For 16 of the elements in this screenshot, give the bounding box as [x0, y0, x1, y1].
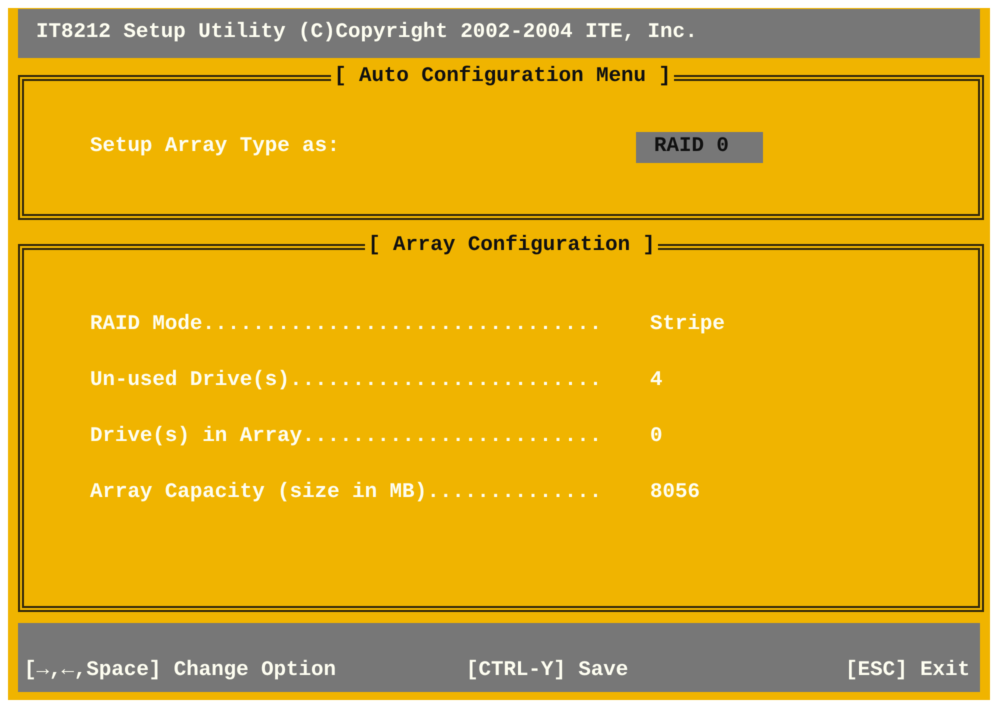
window-title: IT8212 Setup Utility (C)Copyright 2002-2004 ITE, Inc. — [36, 23, 698, 44]
panel-heading: [ Array Configuration ] — [365, 236, 658, 257]
setting-value: 0 — [650, 426, 662, 448]
setting-label: Un-used Drive(s)......................... — [90, 370, 603, 392]
setting-label: Array Capacity (size in MB).............. — [90, 482, 603, 504]
setting-value: 4 — [650, 370, 662, 392]
key-hint: [→,←,Space] Change Option — [24, 661, 336, 682]
setting-value: 8056 — [650, 482, 700, 504]
field-label: Setup Array Type as: — [90, 137, 341, 158]
key-hint: [ESC] Exit — [845, 661, 970, 682]
panel-heading: [ Auto Configuration Menu ] — [331, 67, 674, 88]
setting-label: RAID Mode................................ — [90, 314, 603, 336]
setting-value: Stripe — [650, 314, 725, 336]
key-hint: [CTRL-Y] Save — [466, 661, 628, 682]
setting-label: Drive(s) in Array........................ — [90, 426, 603, 448]
array-type-field[interactable]: RAID 0 — [636, 132, 763, 163]
